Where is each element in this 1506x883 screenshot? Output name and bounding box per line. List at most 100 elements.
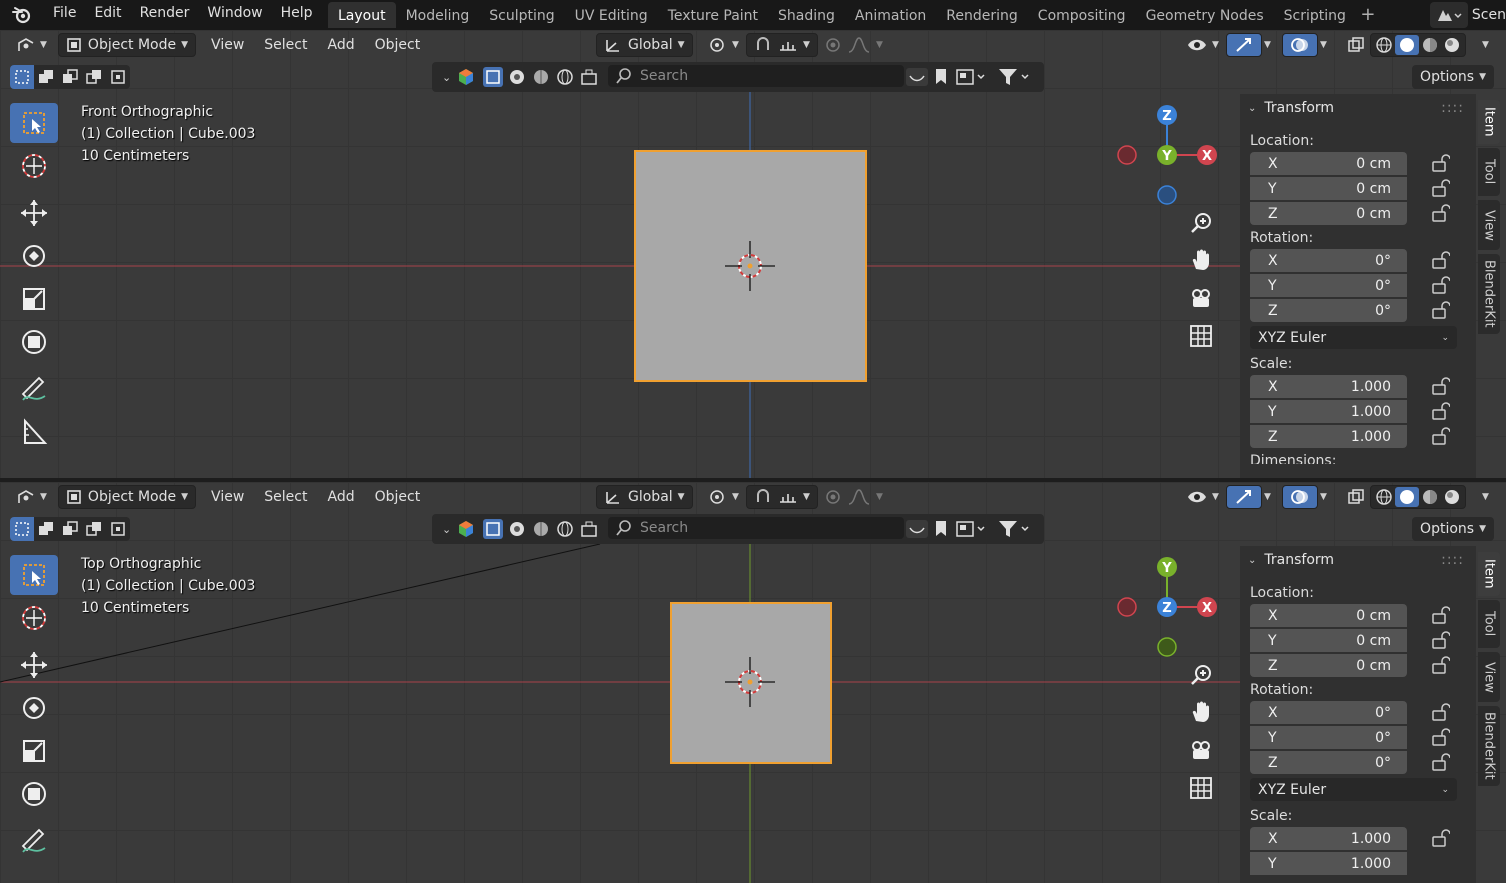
- tab-sculpting[interactable]: Sculpting: [479, 2, 564, 28]
- box-select-icon[interactable]: [483, 519, 504, 539]
- location-y-field[interactable]: Y0 cm: [1250, 629, 1407, 652]
- tab-blenderkit[interactable]: BlenderKit: [1478, 254, 1500, 334]
- mode-dropdown[interactable]: Object Mode ▼: [57, 485, 197, 509]
- menu-render[interactable]: Render: [131, 0, 199, 30]
- tab-item[interactable]: Item: [1478, 100, 1500, 144]
- material-shading-icon[interactable]: [1419, 487, 1441, 507]
- pivot-point-button[interactable]: ▼: [700, 33, 746, 57]
- menu-edit[interactable]: Edit: [85, 0, 130, 30]
- transform-orientation-dropdown[interactable]: Global ▼: [596, 33, 693, 57]
- gizmo-dropdown[interactable]: ▼: [1252, 33, 1278, 57]
- filter-collapse-icon[interactable]: ⌄: [442, 71, 451, 84]
- lock-icon[interactable]: [1430, 251, 1450, 269]
- 3d-cursor-icon[interactable]: [725, 657, 775, 707]
- select-box-tool-icon[interactable]: [10, 555, 58, 595]
- menu-window[interactable]: Window: [198, 0, 271, 30]
- cursor-tool-icon[interactable]: [10, 146, 58, 186]
- lock-icon[interactable]: [1430, 276, 1450, 294]
- ortho-grid-icon[interactable]: [1186, 773, 1216, 803]
- visibility-dropdown[interactable]: ▼: [1180, 33, 1226, 57]
- visibility-dropdown[interactable]: ▼: [1180, 485, 1226, 509]
- tab-uv-editing[interactable]: UV Editing: [565, 2, 658, 28]
- rotation-y-field[interactable]: Y 0°: [1250, 726, 1407, 749]
- transform-tool-icon[interactable]: [10, 322, 58, 362]
- drag-handle-icon[interactable]: ::::: [1441, 552, 1464, 568]
- rendered-shading-icon[interactable]: [1441, 35, 1463, 55]
- lock-icon[interactable]: [1430, 829, 1450, 847]
- scene-name[interactable]: Scen: [1472, 7, 1506, 23]
- box-select-icon[interactable]: [483, 67, 504, 87]
- options-button[interactable]: Options ▼: [1412, 517, 1494, 541]
- search-input[interactable]: Search: [608, 517, 904, 539]
- bookmark-icon[interactable]: [934, 520, 948, 538]
- tab-compositing[interactable]: Compositing: [1028, 2, 1136, 28]
- filter-link-icon[interactable]: [906, 520, 928, 538]
- rotation-z-field[interactable]: Z 0°: [1250, 299, 1407, 322]
- transform-panel-header[interactable]: ⌄ Transform ::::: [1240, 546, 1476, 574]
- menu-view[interactable]: View: [204, 485, 251, 509]
- tab-view[interactable]: View: [1478, 200, 1500, 250]
- light-filter-icon[interactable]: [531, 68, 551, 86]
- camera-filter-icon[interactable]: [579, 68, 599, 86]
- lock-icon[interactable]: [1430, 656, 1450, 674]
- sphere-filter-icon[interactable]: [507, 520, 527, 538]
- rotation-x-field[interactable]: X 0°: [1250, 249, 1407, 272]
- world-filter-icon[interactable]: [555, 68, 575, 86]
- object-types-icon[interactable]: [457, 68, 475, 86]
- select-invert-icon[interactable]: [82, 517, 106, 541]
- navigation-gizmo[interactable]: Z X Y: [1110, 102, 1220, 212]
- object-types-icon[interactable]: [457, 520, 475, 538]
- scale-y-field[interactable]: Y 1.000: [1250, 400, 1407, 423]
- zoom-icon[interactable]: [1186, 208, 1216, 238]
- lock-icon[interactable]: [1430, 427, 1450, 445]
- xray-toggle[interactable]: [1340, 33, 1372, 57]
- annotate-tool-icon[interactable]: [10, 369, 58, 409]
- scene-icon[interactable]: [1429, 2, 1468, 28]
- tab-rendering[interactable]: Rendering: [936, 2, 1028, 28]
- menu-help[interactable]: Help: [272, 0, 322, 30]
- pivot-point-button[interactable]: ▼: [700, 485, 746, 509]
- world-filter-icon[interactable]: [555, 520, 575, 538]
- scale-x-field[interactable]: X 1.000: [1250, 375, 1407, 398]
- menu-add[interactable]: Add: [320, 485, 361, 509]
- location-z-field[interactable]: Z0 cm: [1250, 202, 1407, 225]
- filter-collapse-icon[interactable]: ⌄: [442, 523, 451, 536]
- shading-dropdown[interactable]: ▼: [1470, 485, 1496, 509]
- select-subtract-icon[interactable]: [58, 517, 82, 541]
- tab-texture-paint[interactable]: Texture Paint: [658, 2, 768, 28]
- zoom-icon[interactable]: [1186, 660, 1216, 690]
- menu-select[interactable]: Select: [257, 33, 314, 57]
- transform-panel-header[interactable]: ⌄ Transform ::::: [1240, 94, 1476, 122]
- tab-layout[interactable]: Layout: [328, 2, 396, 28]
- material-shading-icon[interactable]: [1419, 35, 1441, 55]
- display-filter-icon[interactable]: [956, 520, 986, 538]
- tab-tool[interactable]: Tool: [1478, 148, 1500, 196]
- tab-tool[interactable]: Tool: [1478, 600, 1500, 648]
- drag-handle-icon[interactable]: ::::: [1441, 100, 1464, 116]
- light-filter-icon[interactable]: [531, 520, 551, 538]
- lock-icon[interactable]: [1430, 204, 1450, 222]
- lock-icon[interactable]: [1430, 377, 1450, 395]
- rotation-x-field[interactable]: X 0°: [1250, 701, 1407, 724]
- tab-modeling[interactable]: Modeling: [396, 2, 480, 28]
- select-extend-icon[interactable]: [34, 517, 58, 541]
- tab-item[interactable]: Item: [1478, 552, 1500, 596]
- lock-icon[interactable]: [1430, 753, 1450, 771]
- viewport-front[interactable]: ▼ Object Mode ▼ View Select Add Object Gl…: [0, 30, 1506, 478]
- funnel-filter-icon[interactable]: [998, 520, 1032, 538]
- select-extend-icon[interactable]: [34, 65, 58, 89]
- camera-view-icon[interactable]: [1186, 735, 1216, 765]
- tab-scripting[interactable]: Scripting: [1274, 2, 1356, 28]
- sphere-filter-icon[interactable]: [507, 68, 527, 86]
- location-z-field[interactable]: Z0 cm: [1250, 654, 1407, 677]
- lock-icon[interactable]: [1430, 402, 1450, 420]
- select-intersect-icon[interactable]: [106, 65, 130, 89]
- location-y-field[interactable]: Y0 cm: [1250, 177, 1407, 200]
- snap-toggle[interactable]: ▼: [746, 485, 818, 509]
- viewport-top[interactable]: ▼ Object Mode ▼ View Select Add Object Gl…: [0, 482, 1506, 883]
- scale-tool-icon[interactable]: [10, 279, 58, 319]
- scale-x-field[interactable]: X 1.000: [1250, 827, 1407, 850]
- menu-object[interactable]: Object: [368, 485, 428, 509]
- add-workspace-button[interactable]: +: [1356, 2, 1380, 28]
- overlays-dropdown[interactable]: ▼: [1308, 33, 1334, 57]
